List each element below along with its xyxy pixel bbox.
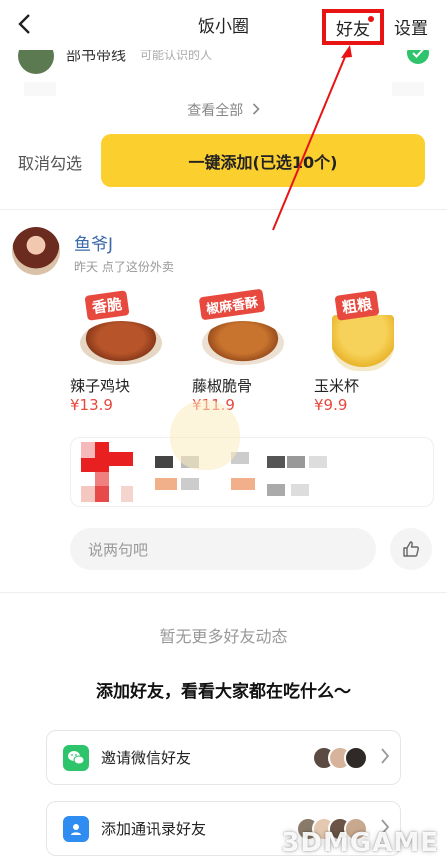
top-nav-bar: 饭小圈 好友 设置: [0, 0, 447, 50]
tab-friends-label: 好友: [336, 19, 370, 40]
faded-row: [24, 82, 424, 96]
thumbs-up-icon: [403, 541, 419, 557]
empty-state-text: 暂无更多好友动态: [159, 627, 288, 646]
like-button[interactable]: [390, 528, 432, 570]
view-all-link[interactable]: 查看全部: [0, 100, 447, 120]
feed-activity: 昨天 点了这份外卖: [74, 260, 174, 274]
contacts-icon: [63, 816, 89, 842]
food-image: 椒麻香酥: [192, 285, 292, 375]
friend-avatars: [312, 746, 368, 770]
food-item[interactable]: 椒麻香酥 藤椒脆骨 ¥11.9: [192, 285, 302, 414]
invite-wechat-button[interactable]: 邀请微信好友: [46, 730, 401, 785]
avatar[interactable]: [12, 227, 60, 275]
tab-settings[interactable]: 设置: [394, 14, 428, 39]
food-image: 香脆: [70, 285, 170, 375]
food-image: 粗粮: [314, 285, 414, 375]
feed-user-name[interactable]: 鱼爷J: [74, 230, 113, 255]
food-price: ¥13.9: [70, 396, 113, 414]
food-name: 藤椒脆骨: [192, 377, 253, 395]
food-name: 辣子鸡块: [70, 377, 131, 395]
divider: [0, 592, 447, 593]
notification-dot: [368, 16, 374, 22]
food-price: ¥9.9: [314, 396, 348, 414]
food-item[interactable]: 粗粮 玉米杯 ¥9.9: [314, 285, 424, 414]
friends-page: 饭小圈 好友 设置 部书带线 可能认识的人 查看全部 取消勾选 一键添加(已选1…: [0, 0, 447, 868]
cancel-select-button[interactable]: 取消勾选: [18, 150, 82, 174]
watermark-mascot: [170, 400, 240, 470]
watermark: 3DMGAME: [281, 828, 439, 858]
tab-friends[interactable]: 好友: [322, 9, 384, 45]
wechat-icon: [63, 745, 89, 771]
food-tag: 椒麻香酥: [198, 288, 266, 321]
invite-wechat-label: 邀请微信好友: [101, 749, 192, 767]
food-item[interactable]: 香脆 辣子鸡块 ¥13.9: [70, 285, 180, 414]
add-friends-headline: 添加好友，看看大家都在吃什么～: [96, 682, 351, 702]
add-contacts-label: 添加通讯录好友: [101, 820, 207, 838]
chevron-right-icon: [381, 748, 390, 764]
food-name: 玉米杯: [314, 377, 360, 395]
divider: [0, 209, 447, 210]
view-all-label: 查看全部: [187, 103, 244, 119]
food-tag: 香脆: [84, 290, 130, 321]
comment-input[interactable]: 说两句吧: [70, 528, 376, 570]
comment-placeholder: 说两句吧: [88, 540, 149, 559]
shop-card-censored[interactable]: [70, 437, 434, 507]
add-all-button[interactable]: 一键添加(已选10个): [101, 134, 425, 187]
chevron-right-icon: [252, 103, 260, 115]
